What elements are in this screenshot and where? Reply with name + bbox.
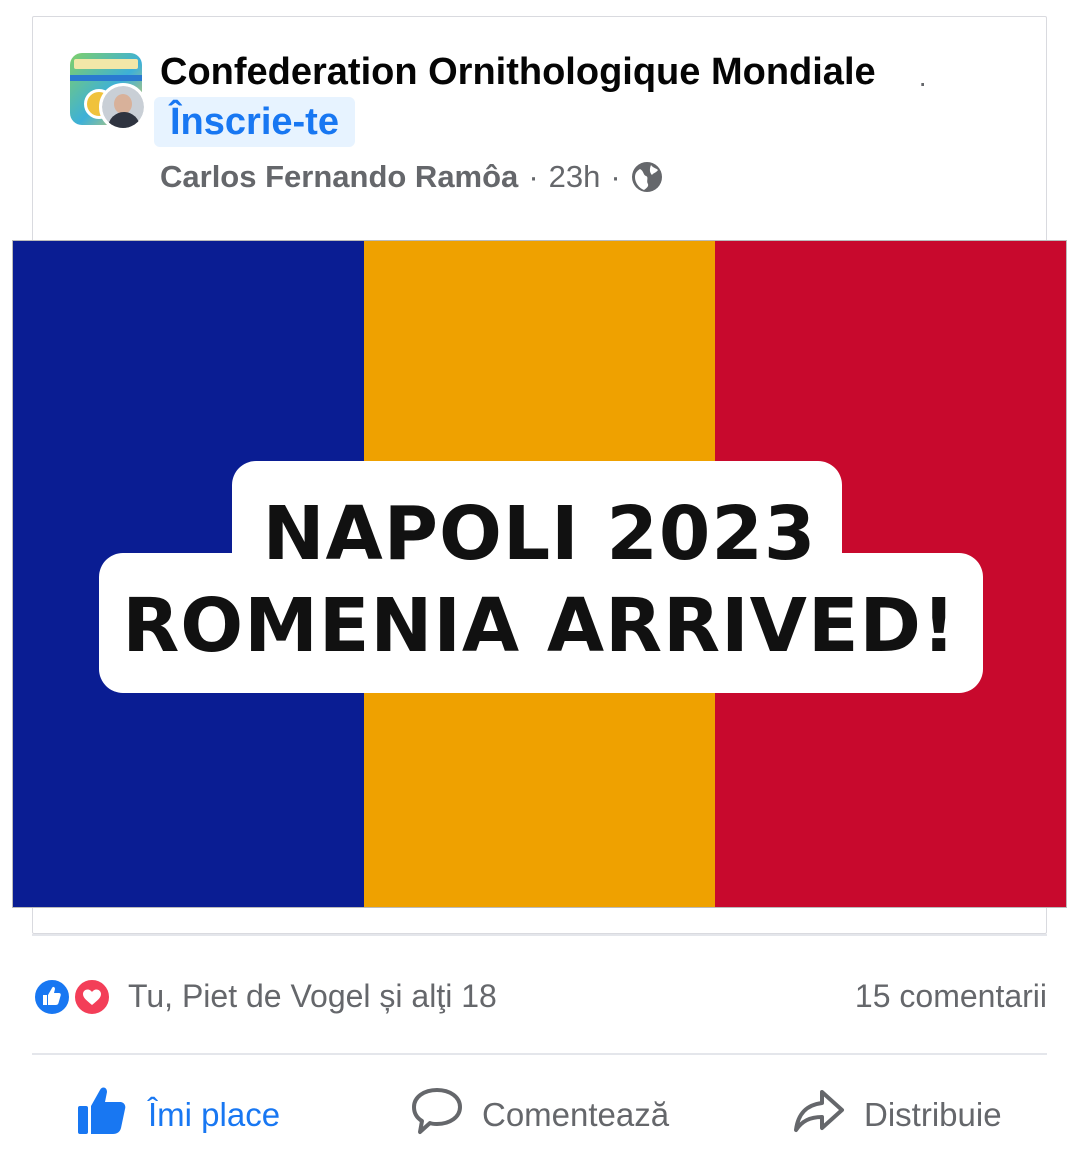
meta-separator: · (528, 159, 539, 194)
group-dot-separator: · (918, 67, 928, 98)
love-icon (72, 977, 112, 1017)
join-group-button[interactable]: Înscrie-te (154, 97, 355, 147)
author-avatar[interactable] (99, 83, 147, 131)
comment-icon (410, 1084, 464, 1146)
thumbs-up-icon (76, 1084, 130, 1146)
image-caption-overlay: NAPOLI 2023 ROMENIA ARRIVED! (13, 241, 1066, 907)
group-name[interactable]: Confederation Ornithologique Mondiale (160, 51, 876, 94)
globe-icon (631, 161, 663, 193)
share-label: Distribuie (864, 1096, 1002, 1133)
comment-button[interactable]: Comentează (410, 1070, 669, 1160)
post-image[interactable]: NAPOLI 2023 ROMENIA ARRIVED! (12, 240, 1067, 908)
share-icon (792, 1084, 846, 1146)
author-avatar-face (114, 94, 132, 114)
like-label: Îmi place (148, 1096, 281, 1133)
like-icon (32, 977, 72, 1017)
caption-line-2: ROMENIA ARRIVED! (122, 583, 957, 669)
reactions-summary[interactable]: Tu, Piet de Vogel și alţi 18 (128, 978, 497, 1015)
comment-label: Comentează (482, 1096, 670, 1133)
actions-row: Îmi place Comentează Distribuie (32, 1070, 1047, 1160)
group-avatar-banner (74, 59, 138, 69)
card-bottom-border (32, 934, 1047, 936)
group-avatar-stripe (70, 75, 142, 81)
comments-count[interactable]: 15 comentarii (855, 978, 1047, 1015)
meta-separator-2: · (610, 159, 621, 194)
actions-divider (32, 1053, 1047, 1055)
reaction-icons[interactable] (32, 975, 118, 1019)
post-time[interactable]: 23h (549, 159, 601, 195)
caption-line-1: NAPOLI 2023 (262, 491, 817, 577)
post-meta: Carlos Fernando Ramôa · 23h · (160, 159, 663, 195)
post-header: Confederation Ornithologique Mondiale · … (33, 17, 1046, 227)
author-name[interactable]: Carlos Fernando Ramôa (160, 159, 518, 195)
reactions-row: Tu, Piet de Vogel și alţi 18 15 comentar… (32, 970, 1047, 1024)
like-button[interactable]: Îmi place (76, 1070, 280, 1160)
share-button[interactable]: Distribuie (792, 1070, 1002, 1160)
